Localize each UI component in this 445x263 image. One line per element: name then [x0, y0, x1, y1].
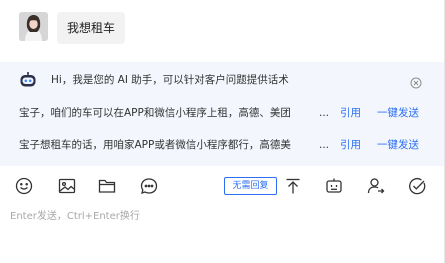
ai-panel-header: Hi，我是您的 AI 助手，可以针对客户问题提供话术: [0, 62, 444, 96]
message-composer: [0, 204, 444, 263]
chat-window: 我想租车 Hi，我是您的 AI 助手，可以针对客户问题提供话术 宝子，咱们的车可…: [0, 0, 445, 263]
suggestion-ellipsis: ...: [319, 107, 330, 119]
ai-assistant-panel: Hi，我是您的 AI 助手，可以针对客户问题提供话术 宝子，咱们的车可以在APP…: [0, 62, 444, 166]
chat-bubble-icon[interactable]: [139, 176, 159, 196]
no-reply-button[interactable]: 无需回复: [224, 177, 277, 195]
bot-icon[interactable]: [324, 176, 344, 196]
suggestion-ellipsis: ...: [319, 139, 330, 151]
robot-icon: [19, 72, 37, 88]
quote-link[interactable]: 引用: [340, 102, 361, 124]
ai-greeting-text: Hi，我是您的 AI 助手，可以针对客户问题提供话术: [51, 74, 289, 86]
suggestion-text: 宝子想租车的话，用咱家APP或者微信小程序都行，高德美: [19, 139, 291, 151]
one-click-send-link[interactable]: 一键发送: [377, 102, 419, 124]
close-icon[interactable]: [410, 74, 422, 89]
composer-toolbar: 无需回复: [0, 170, 444, 204]
emoji-icon[interactable]: [14, 176, 34, 196]
avatar-image: [19, 12, 48, 41]
message-bubble: 我想租车: [57, 12, 126, 44]
suggestion-item: 宝子想租车的话，用咱家APP或者微信小程序都行，高德美 ... 引用 一键发送: [0, 134, 444, 156]
message-input[interactable]: [8, 204, 432, 260]
suggestion-item: 宝子，咱们的车可以在APP和微信小程序上租，高德、美团 ... 引用 一键发送: [0, 102, 444, 124]
transfer-user-icon[interactable]: [366, 176, 386, 196]
pin-top-icon[interactable]: [283, 176, 303, 196]
suggestion-text: 宝子，咱们的车可以在APP和微信小程序上租，高德、美团: [19, 107, 291, 119]
one-click-send-link[interactable]: 一键发送: [377, 134, 419, 156]
image-icon[interactable]: [57, 176, 77, 196]
folder-icon[interactable]: [97, 176, 117, 196]
avatar[interactable]: [19, 12, 48, 41]
quote-link[interactable]: 引用: [340, 134, 361, 156]
check-circle-icon[interactable]: [407, 176, 427, 196]
